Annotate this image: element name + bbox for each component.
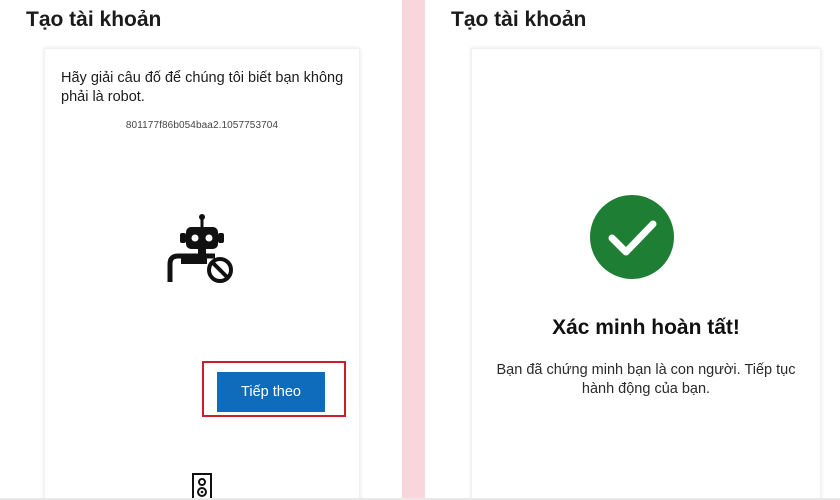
create-account-puzzle-panel: Tạo tài khoản Hãy giải câu đố để chúng t… — [0, 0, 402, 500]
check-circle-icon — [590, 195, 674, 279]
next-button[interactable]: Tiếp theo — [217, 372, 325, 412]
verification-card: Xác minh hoàn tất! Bạn đã chứng minh bạn… — [471, 48, 821, 500]
verification-message: Bạn đã chứng minh bạn là con người. Tiếp… — [496, 362, 796, 397]
page-title: Tạo tài khoản — [26, 8, 162, 31]
puzzle-card: Hãy giải câu đố để chúng tôi biết bạn kh… — [44, 48, 360, 500]
session-id-text: 801177f86b054baa2.1057753704 — [125, 120, 279, 131]
speaker-icon[interactable] — [191, 472, 213, 500]
panel-divider — [402, 0, 425, 500]
puzzle-instruction: Hãy giải câu đố để chúng tôi biết bạn kh… — [61, 70, 344, 105]
page-title: Tạo tài khoản — [451, 8, 587, 31]
verification-complete-panel: Tạo tài khoản Xác minh hoàn tất! Bạn đã … — [425, 0, 840, 500]
robot-blocked-icon — [167, 214, 233, 283]
verification-title: Xác minh hoàn tất! — [552, 316, 740, 339]
